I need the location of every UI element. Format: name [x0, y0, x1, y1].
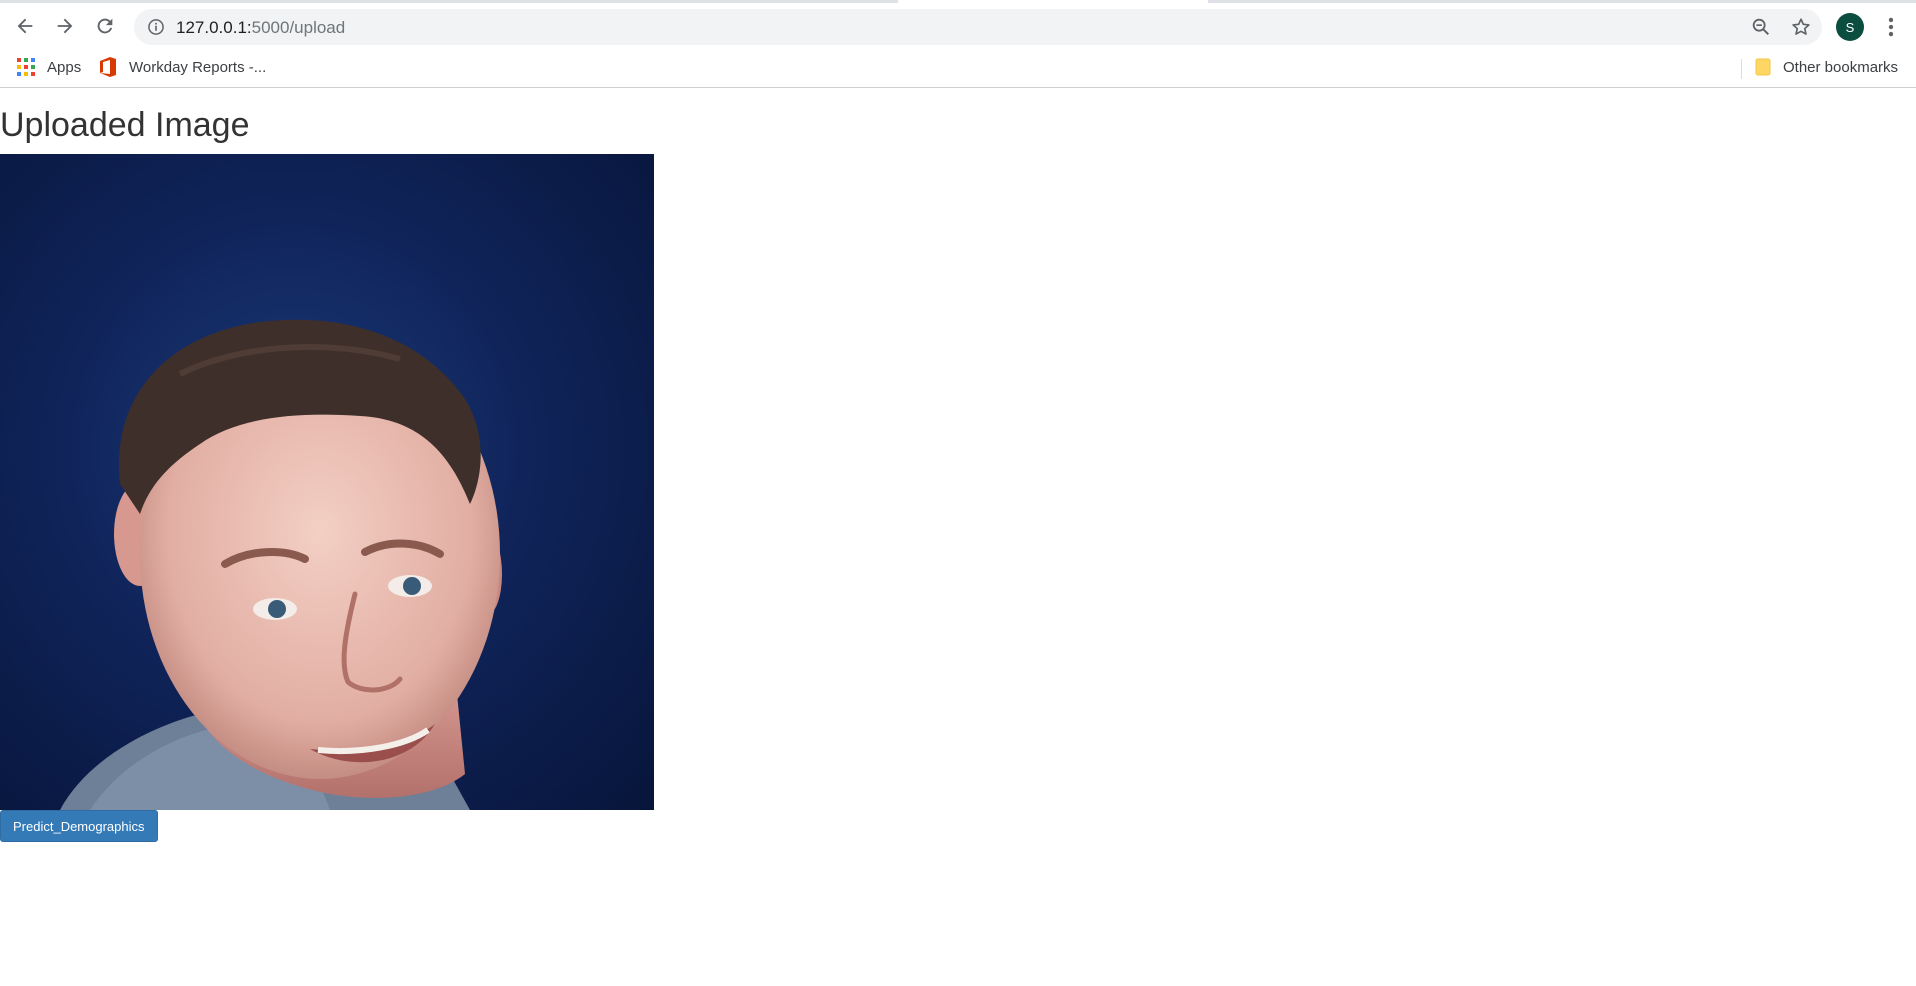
apps-grid-icon	[17, 58, 35, 76]
bookmarks-bar: Apps Workday Reports -... Other bookmark…	[0, 47, 1916, 87]
bookmark-workday-label: Workday Reports -...	[129, 58, 267, 76]
page-title: Uploaded Image	[0, 106, 250, 144]
bookmark-apps[interactable]: Apps	[17, 53, 81, 81]
reload-button[interactable]	[89, 10, 121, 42]
predict-demographics-button[interactable]: Predict_Demographics	[0, 810, 158, 842]
other-bookmarks-label: Other bookmarks	[1783, 58, 1899, 76]
star-icon[interactable]	[1790, 16, 1812, 38]
zoom-icon[interactable]	[1750, 16, 1772, 38]
url-path: 5000/upload	[251, 18, 346, 37]
reload-icon	[97, 18, 113, 34]
arrow-right-icon	[57, 18, 73, 34]
uploaded-image	[0, 154, 654, 810]
arrow-left-icon	[17, 18, 33, 34]
bookmark-workday-reports[interactable]: Workday Reports -...	[99, 53, 266, 81]
url-host: 127.0.0.1:	[176, 18, 252, 37]
portrait-photo	[60, 319, 502, 810]
forward-button[interactable]	[49, 10, 81, 42]
folder-icon	[1755, 58, 1771, 76]
office-icon	[100, 57, 116, 77]
browser-toolbar: 127.0.0.1:5000/upload S	[0, 3, 1916, 47]
info-icon[interactable]	[146, 17, 166, 37]
back-button[interactable]	[9, 10, 41, 42]
profile-avatar[interactable]: S	[1836, 13, 1864, 41]
chrome-divider	[0, 87, 1916, 88]
bookmarks-divider	[1741, 59, 1742, 79]
url-text[interactable]: 127.0.0.1:5000/upload	[176, 18, 345, 38]
address-bar[interactable]: 127.0.0.1:5000/upload	[134, 9, 1822, 45]
bookmark-apps-label: Apps	[47, 58, 82, 76]
more-vert-icon[interactable]	[1878, 14, 1904, 40]
other-bookmarks[interactable]: Other bookmarks	[1755, 53, 1898, 81]
